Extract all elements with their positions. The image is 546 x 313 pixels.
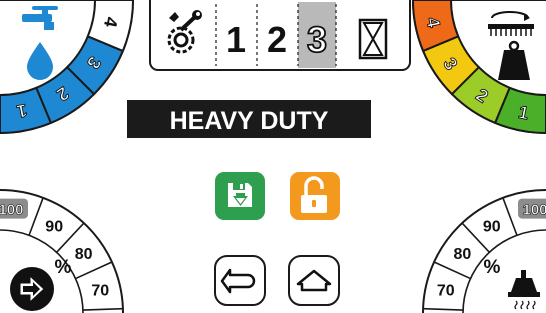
left-percent-dial: 100 90 80 70 % [0, 189, 124, 313]
svg-text:100: 100 [523, 202, 546, 219]
program-name-banner: HEAVY DUTY [127, 100, 371, 138]
left-dial-tick-90: 90 [45, 218, 63, 235]
right-dial-tick-100: 100 [518, 198, 546, 219]
svg-text:80: 80 [75, 246, 93, 263]
left-dial-tick-80: 80 [75, 246, 93, 263]
svg-text:70: 70 [437, 282, 455, 299]
program-2-button[interactable]: 2 [258, 0, 297, 68]
water-gauge-segments: 1234 [0, 0, 135, 135]
svg-text:70: 70 [91, 282, 109, 299]
svg-text:80: 80 [454, 246, 472, 263]
left-dial-tick-100: 100 [0, 198, 28, 219]
svg-text:100: 100 [0, 202, 23, 219]
right-dial-tick-80: 80 [454, 246, 472, 263]
program-1-label: 1 [226, 19, 246, 60]
home-button[interactable] [288, 255, 340, 306]
mode-bar: 1 2 3 [149, 0, 411, 71]
save-icon [228, 183, 252, 207]
program-1-button[interactable]: 1 [217, 0, 256, 68]
weight-gauge: 1234 [411, 0, 546, 135]
weight-brush-icon [488, 11, 534, 80]
program-name: HEAVY DUTY [170, 107, 329, 135]
right-dial-unit: % [484, 257, 501, 278]
back-button[interactable] [214, 255, 266, 306]
settings-button[interactable] [152, 0, 214, 68]
program-3-label: 3 [307, 19, 327, 60]
water-tap-icon [22, 6, 58, 80]
play-arrow-button[interactable] [10, 267, 54, 311]
save-button[interactable] [215, 172, 265, 220]
heater-icon [508, 270, 540, 310]
left-dial-unit: % [55, 257, 72, 278]
program-3-button[interactable]: 3 [299, 0, 335, 68]
svg-text:90: 90 [483, 218, 501, 235]
right-dial-tick-70: 70 [437, 282, 455, 299]
right-dial-tick-90: 90 [483, 218, 501, 235]
unlock-button[interactable] [290, 172, 340, 220]
program-2-label: 2 [267, 19, 287, 60]
left-dial-tick-70: 70 [91, 282, 109, 299]
right-percent-dial: 100 90 80 70 % [422, 189, 546, 313]
timer-button[interactable] [337, 0, 407, 68]
water-gauge: 1234 [0, 0, 135, 135]
svg-text:90: 90 [45, 218, 63, 235]
